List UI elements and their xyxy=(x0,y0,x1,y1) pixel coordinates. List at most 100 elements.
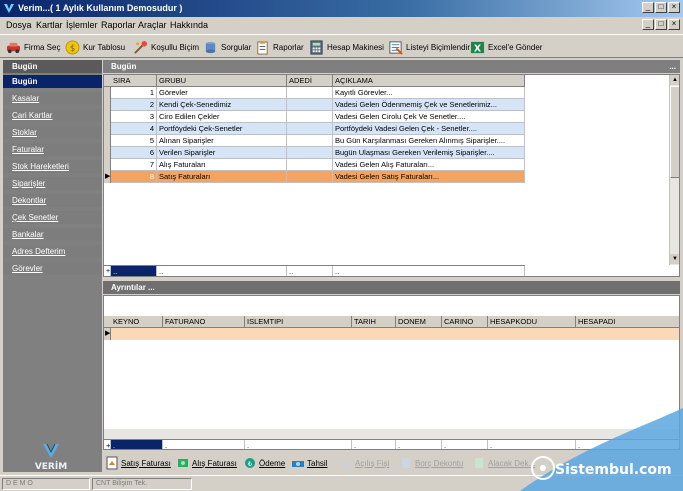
table-row[interactable]: 3 Ciro Edilen Çekler Vadesi Gelen Cirolu Ç… xyxy=(104,111,525,123)
sidebar-item-gorevler[interactable]: Görevler xyxy=(3,262,102,277)
cell-sira[interactable]: 4 xyxy=(111,123,157,135)
menu-hakkinda[interactable]: Hakkında xyxy=(170,20,208,30)
mdi-minimize-button[interactable]: _ xyxy=(642,19,654,30)
mdi-restore-button[interactable]: □ xyxy=(655,19,667,30)
hesap-makinesi-button[interactable]: Hesap Makinesi xyxy=(309,38,384,56)
cell-grubu[interactable]: Verilen Siparişler xyxy=(157,147,287,159)
col-keyno[interactable]: KEYNO xyxy=(111,316,163,328)
sidebar-item-adres-defterim[interactable]: Adres Defterim xyxy=(3,245,102,260)
col-aciklama[interactable]: AÇIKLAMA xyxy=(333,75,525,87)
table-row[interactable]: 1 Görevler Kayıtlı Görevler... xyxy=(104,87,525,99)
col-adedi[interactable]: ADEDİ xyxy=(287,75,333,87)
cell-sira[interactable]: 5 xyxy=(111,135,157,147)
kur-tablosu-button[interactable]: $ Kur Tablosu xyxy=(65,38,125,56)
menu-raporlar[interactable]: Raporlar xyxy=(101,20,136,30)
listeyi-bicimlendir-button[interactable]: Listeyi Biçimlendir xyxy=(388,38,470,56)
row-indicator[interactable] xyxy=(104,87,111,99)
cell-grubu[interactable]: Alınan Siparişler xyxy=(157,135,287,147)
row-indicator[interactable] xyxy=(104,99,111,111)
menu-kartlar[interactable]: Kartlar xyxy=(36,20,63,30)
sidebar-item-bugun[interactable]: Bugün xyxy=(3,75,102,90)
cell-grubu[interactable]: Ciro Edilen Çekler xyxy=(157,111,287,123)
firma-sec-button[interactable]: Firma Seç xyxy=(6,38,60,56)
menu-araclar[interactable]: Araçlar xyxy=(138,20,167,30)
sidebar-item-siparisler[interactable]: Siparişler xyxy=(3,177,102,192)
cell-aciklama[interactable]: Bugün Ulaşması Gereken Verilemiş Sipariş… xyxy=(333,147,525,159)
cell-adedi[interactable] xyxy=(287,87,333,99)
cell-aciklama[interactable]: Vadesi Gelen Ödenmemiş Çek ve Senetlerim… xyxy=(333,99,525,111)
menu-islemler[interactable]: İşlemler xyxy=(66,20,98,30)
col-hesapadi[interactable]: HESAPADI xyxy=(576,316,679,328)
cell-sira[interactable]: 7 xyxy=(111,159,157,171)
cell-adedi[interactable] xyxy=(287,171,333,183)
minimize-button[interactable]: _ xyxy=(642,2,654,13)
sidebar-item-stoklar[interactable]: Stoklar xyxy=(3,126,102,141)
col-carino[interactable]: CARINO xyxy=(442,316,488,328)
row-indicator[interactable] xyxy=(104,135,111,147)
cell-sira[interactable]: 6 xyxy=(111,147,157,159)
close-button[interactable]: × xyxy=(668,2,680,13)
sidebar-item-faturalar[interactable]: Faturalar xyxy=(3,143,102,158)
col-hesapkodu[interactable]: HESAPKODU xyxy=(488,316,576,328)
scroll-thumb[interactable] xyxy=(670,86,679,178)
scroll-down-button[interactable]: ▼ xyxy=(670,254,679,264)
cell-sira[interactable]: 1 xyxy=(111,87,157,99)
col-donem[interactable]: DONEM xyxy=(396,316,442,328)
row-indicator[interactable] xyxy=(104,147,111,159)
details-new-row[interactable]: ▶ xyxy=(104,328,679,340)
table-row[interactable]: 7 Alış Faturaları Vadesi Gelen Alış Fatura… xyxy=(104,159,525,171)
cell-sira[interactable]: 8 xyxy=(111,171,157,183)
sidebar-item-dekontlar[interactable]: Dekontlar xyxy=(3,194,102,209)
sidebar-item-cari-kartlar[interactable]: Cari Kartlar xyxy=(3,109,102,124)
cell-aciklama[interactable]: Vadesi Gelen Alış Faturaları... xyxy=(333,159,525,171)
menu-dosya[interactable]: Dosya xyxy=(6,20,32,30)
row-indicator[interactable] xyxy=(104,123,111,135)
col-faturano[interactable]: FATURANO xyxy=(163,316,245,328)
col-tarih[interactable]: TARIH xyxy=(352,316,396,328)
cell-aciklama[interactable]: Vadesi Gelen Cirolu Çek Ve Senetler.... xyxy=(333,111,525,123)
row-indicator[interactable] xyxy=(104,111,111,123)
alis-faturasi-button[interactable]: Alış Faturası xyxy=(176,456,237,470)
cell-aciklama[interactable]: Bu Gün Karşılanması Gereken Alınmış Sipa… xyxy=(333,135,525,147)
table-row[interactable]: 5 Alınan Siparişler Bu Gün Karşılanması Ge… xyxy=(104,135,525,147)
row-indicator[interactable] xyxy=(104,159,111,171)
cell-adedi[interactable] xyxy=(287,135,333,147)
sorgular-button[interactable]: Sorgular xyxy=(203,38,251,56)
maximize-button[interactable]: □ xyxy=(655,2,667,13)
row-indicator[interactable]: ▶ xyxy=(104,171,111,183)
odeme-button[interactable]: ₺ Ödeme xyxy=(243,456,285,470)
cell-aciklama[interactable]: Portföydeki Vadesi Gelen Çek - Senetler.… xyxy=(333,123,525,135)
cell-sira[interactable]: 2 xyxy=(111,99,157,111)
table-row[interactable]: 4 Portföydeki Çek-Senetler Portföydeki Vad… xyxy=(104,123,525,135)
cell-grubu[interactable]: Satış Faturaları xyxy=(157,171,287,183)
col-grubu[interactable]: GRUBU xyxy=(157,75,287,87)
mdi-close-button[interactable]: × xyxy=(668,19,680,30)
cell-adedi[interactable] xyxy=(287,147,333,159)
sidebar-item-bankalar[interactable]: Bankalar xyxy=(3,228,102,243)
sidebar-item-kasalar[interactable]: Kasalar xyxy=(3,92,102,107)
cell-grubu[interactable]: Portföydeki Çek-Senetler xyxy=(157,123,287,135)
panel-menu-dots[interactable]: ... xyxy=(669,60,676,73)
cell-adedi[interactable] xyxy=(287,159,333,171)
tahsil-button[interactable]: Tahsil xyxy=(291,456,327,470)
scroll-up-button[interactable]: ▲ xyxy=(670,75,679,85)
cell-grubu[interactable]: Alış Faturaları xyxy=(157,159,287,171)
cell-grubu[interactable]: Kendi Çek-Senedimiz xyxy=(157,99,287,111)
sidebar-item-cek-senetler[interactable]: Çek Senetler xyxy=(3,211,102,226)
cell-adedi[interactable] xyxy=(287,111,333,123)
sidebar-item-stok-hareketleri[interactable]: Stok Hareketleri xyxy=(3,160,102,175)
top-vertical-scrollbar[interactable]: ▲ ▼ xyxy=(669,75,679,265)
cell-grubu[interactable]: Görevler xyxy=(157,87,287,99)
cell-aciklama[interactable]: Vadesi Gelen Satış Faturaları... xyxy=(333,171,525,183)
raporlar-button[interactable]: Raporlar xyxy=(255,38,304,56)
table-row[interactable]: 2 Kendi Çek-Senedimiz Vadesi Gelen Ödenmem… xyxy=(104,99,525,111)
excele-gonder-button[interactable]: X Excel'e Gönder xyxy=(470,38,542,56)
kosullu-bicim-button[interactable]: Koşullu Biçim xyxy=(133,38,199,56)
satis-faturasi-button[interactable]: Satış Faturası xyxy=(105,456,171,470)
col-sira[interactable]: SIRA xyxy=(111,75,157,87)
cell-adedi[interactable] xyxy=(287,123,333,135)
cell-sira[interactable]: 3 xyxy=(111,111,157,123)
table-row[interactable]: ▶ 8 Satış Faturaları Vadesi Gelen Satış Fat… xyxy=(104,171,525,183)
cell-adedi[interactable] xyxy=(287,99,333,111)
col-islemtipi[interactable]: ISLEMTIPI xyxy=(245,316,352,328)
